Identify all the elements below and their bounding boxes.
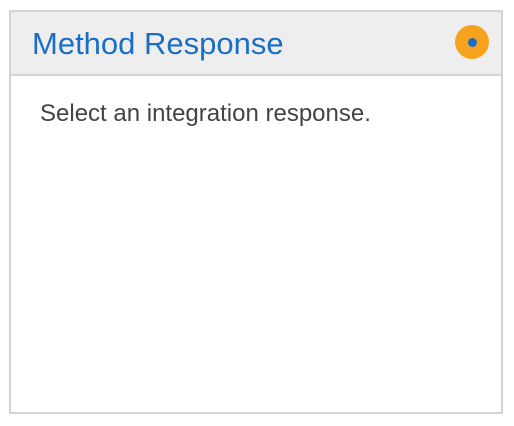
method-response-panel: Method Response Select an integration re… bbox=[9, 10, 503, 414]
method-response-title[interactable]: Method Response bbox=[32, 25, 284, 63]
empty-state-message: Select an integration response. bbox=[40, 100, 371, 127]
panel-body: Select an integration response. bbox=[11, 76, 501, 412]
status-indicator-icon bbox=[455, 25, 489, 59]
panel-header: Method Response bbox=[11, 12, 501, 76]
status-dot-icon bbox=[467, 37, 477, 47]
